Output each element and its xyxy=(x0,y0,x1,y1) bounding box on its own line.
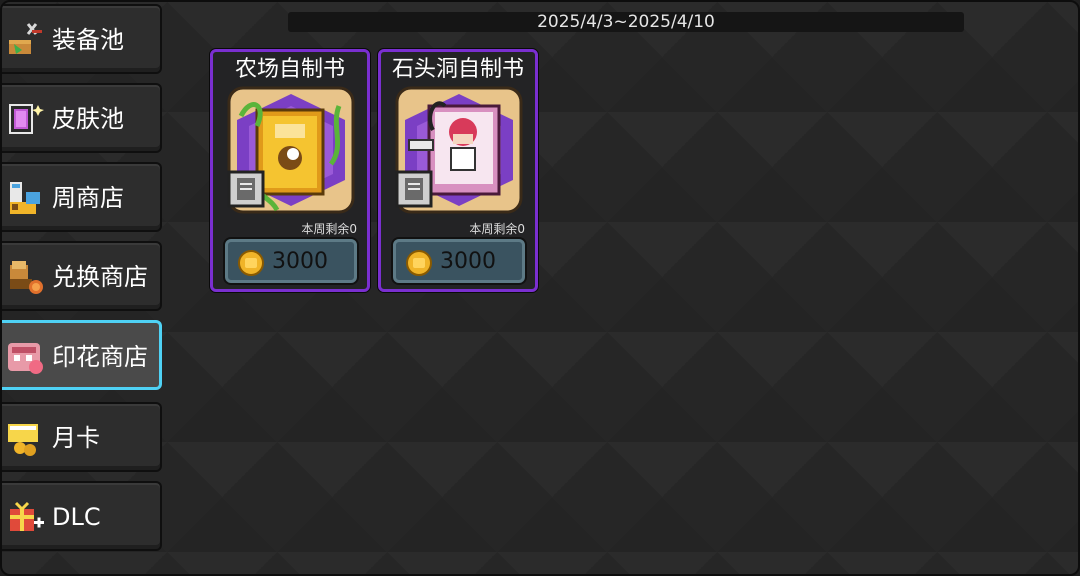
stone-cave-book-icon xyxy=(395,86,523,214)
date-range-bar: 2025/4/3~2025/4/10 xyxy=(288,12,964,32)
tab-skin-pool[interactable]: 皮肤池 xyxy=(2,83,162,153)
sidebar: 装备池 皮肤池 周商店 兑换商店 印花商店 月卡 DLC xyxy=(2,2,168,574)
item-title: 石头洞自制书 xyxy=(391,57,524,82)
weekly-remaining-text: 本周剩余0 xyxy=(301,222,357,236)
item-title: 农场自制书 xyxy=(234,57,345,82)
shop-item-card[interactable]: 石头洞自制书 本周剩余0 3000 xyxy=(378,49,538,292)
gold-coin-icon xyxy=(238,250,264,276)
tab-label: DLC xyxy=(52,503,101,531)
shop-window: 装备池 皮肤池 周商店 兑换商店 印花商店 月卡 DLC 2025/4/3~20… xyxy=(0,0,1080,576)
stamp-shop-icon xyxy=(8,343,43,374)
skin-pool-icon xyxy=(9,104,44,134)
equipment-pool-icon xyxy=(9,23,42,54)
price-amount: 3000 xyxy=(440,249,496,274)
gold-coin-icon xyxy=(406,250,432,276)
tab-monthly-card[interactable]: 月卡 xyxy=(2,402,162,472)
tab-equipment-pool[interactable]: 装备池 xyxy=(2,4,162,74)
tab-weekly-shop[interactable]: 周商店 xyxy=(2,162,162,232)
tab-label: 周商店 xyxy=(52,184,124,212)
weekly-remaining-text: 本周剩余0 xyxy=(469,222,525,236)
weekly-shop-icon xyxy=(10,182,40,214)
tab-label: 印花商店 xyxy=(52,343,148,371)
tab-exchange-shop[interactable]: 兑换商店 xyxy=(2,241,162,311)
shop-item-card[interactable]: 农场自制书 本周剩余0 3000 xyxy=(210,49,370,292)
farm-book-icon xyxy=(227,86,355,214)
exchange-shop-icon xyxy=(10,261,43,294)
monthly-card-icon xyxy=(8,424,38,456)
buy-price-button[interactable]: 3000 xyxy=(225,239,357,283)
tab-label: 月卡 xyxy=(52,424,100,452)
tab-stamp-shop[interactable]: 印花商店 xyxy=(2,320,162,390)
buy-price-button[interactable]: 3000 xyxy=(393,239,525,283)
tab-dlc[interactable]: DLC xyxy=(2,481,162,551)
tab-label: 装备池 xyxy=(52,26,124,54)
price-amount: 3000 xyxy=(272,249,328,274)
tab-label: 兑换商店 xyxy=(52,263,148,291)
dlc-gift-icon xyxy=(10,501,44,531)
tab-label: 皮肤池 xyxy=(52,105,124,133)
